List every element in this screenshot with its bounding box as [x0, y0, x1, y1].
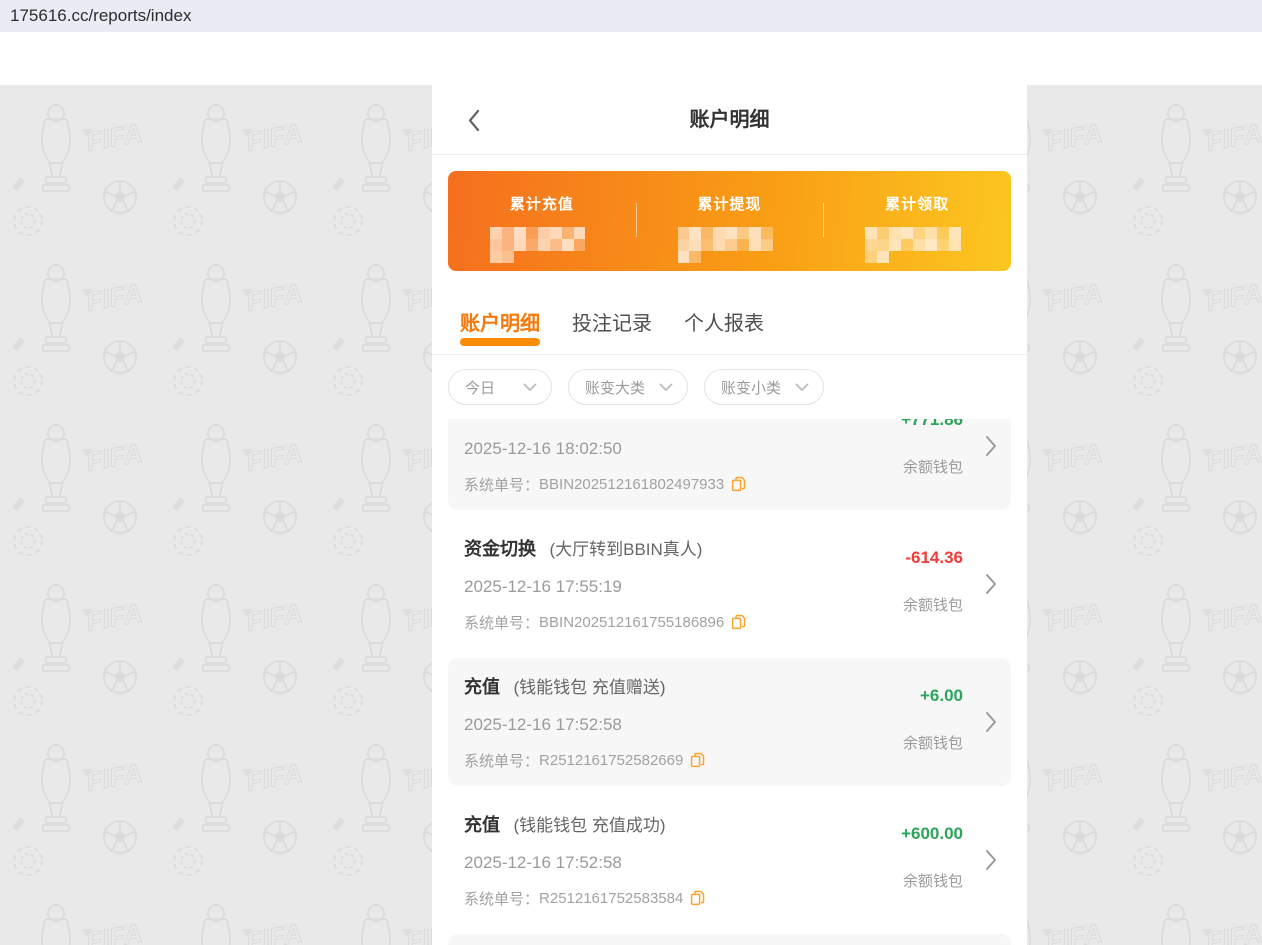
transaction-order-line: 系统单号： BBIN202512161802497933 — [464, 474, 995, 494]
filter-bar: 今日 账变大类 账变小类 — [432, 355, 1027, 419]
chevron-right-icon[interactable] — [985, 435, 997, 457]
transaction-order-line: 系统单号： R2512161752583584 — [464, 888, 995, 908]
account-panel: 账户明细 累计充值 累计提现 累计领取 账户明细 投注记录 个人报表 今日 账变… — [432, 85, 1027, 945]
order-label: 系统单号： — [464, 750, 539, 771]
page-viewport: FIFA 账户明细 — [0, 85, 1262, 945]
order-number: R2512161752583584 — [539, 890, 683, 907]
transaction-order-line: 系统单号： BBIN202512161755186896 — [464, 612, 995, 632]
summary-card: 累计充值 累计提现 累计领取 — [448, 171, 1011, 271]
transaction-subtitle: (大厅转到BBIN真人) — [549, 540, 702, 559]
tab-item[interactable]: 账户明细 — [460, 301, 540, 354]
partial-next-transaction-card[interactable] — [448, 934, 1011, 945]
summary-label: 累计充值 — [448, 193, 636, 214]
filter-label: 账变小类 — [721, 377, 781, 398]
transaction-wallet: 余额钱包 — [901, 870, 963, 891]
tab-label: 个人报表 — [684, 313, 764, 335]
transaction-amount: +600.00 — [901, 824, 963, 844]
tab-bar: 账户明细 投注记录 个人报表 — [432, 287, 1027, 355]
transaction-amount: -614.36 — [903, 548, 963, 568]
copy-icon[interactable] — [731, 614, 746, 630]
chevron-down-icon — [795, 383, 809, 392]
filter-dropdown[interactable]: 今日 — [448, 369, 552, 405]
url-text: 175616.cc/reports/index — [10, 6, 191, 26]
summary-masked-value — [865, 227, 969, 251]
transaction-subtitle: (钱能钱包 充值赠送) — [513, 678, 665, 697]
filter-dropdown[interactable]: 账变大类 — [568, 369, 688, 405]
transaction-amount: +771.86 — [901, 419, 963, 430]
transaction-right-column: +600.00 余额钱包 — [901, 824, 963, 891]
transaction-card[interactable]: 充值 (钱能钱包 充值成功) 2025-12-16 17:52:58 系统单号：… — [448, 796, 1011, 924]
copy-icon[interactable] — [690, 890, 705, 906]
copy-icon[interactable] — [731, 476, 746, 492]
order-label: 系统单号： — [464, 612, 539, 633]
transaction-type: 充值 — [464, 677, 500, 697]
transaction-type: 充值 — [464, 815, 500, 835]
order-number: BBIN202512161802497933 — [539, 476, 724, 493]
summary-masked-value — [678, 227, 782, 251]
chevron-right-icon[interactable] — [985, 711, 997, 733]
tab-item[interactable]: 投注记录 — [572, 301, 652, 354]
transaction-wallet: 余额钱包 — [903, 594, 963, 615]
filter-label: 今日 — [465, 377, 495, 398]
order-label: 系统单号： — [464, 888, 539, 909]
browser-address-bar[interactable]: 175616.cc/reports/index — [0, 0, 1262, 32]
transaction-right-column: +6.00 余额钱包 — [903, 686, 963, 753]
copy-icon[interactable] — [690, 752, 705, 768]
summary-label: 累计领取 — [823, 193, 1011, 214]
chevron-down-icon — [659, 383, 673, 392]
summary-item: 累计领取 — [823, 191, 1011, 251]
order-label: 系统单号： — [464, 474, 539, 495]
filter-label: 账变大类 — [585, 377, 645, 398]
tab-label: 账户明细 — [460, 313, 540, 335]
tab-item[interactable]: 个人报表 — [684, 301, 764, 354]
transaction-order-line: 系统单号： R2512161752582669 — [464, 750, 995, 770]
transaction-card[interactable]: 资金切换 (大厅转到BBIN真人) 2025-12-16 17:55:19 系统… — [448, 520, 1011, 648]
order-number: R2512161752582669 — [539, 752, 683, 769]
page-title: 账户明细 — [432, 85, 1027, 155]
summary-item: 累计充值 — [448, 191, 636, 251]
order-number: BBIN202512161755186896 — [539, 614, 724, 631]
panel-header: 账户明细 — [432, 85, 1027, 155]
transaction-card[interactable]: 2025-12-16 18:02:50 系统单号： BBIN2025121618… — [448, 419, 1011, 510]
transaction-right-column: -614.36 余额钱包 — [903, 548, 963, 615]
summary-item: 累计提现 — [636, 191, 824, 251]
transaction-wallet: 余额钱包 — [903, 732, 963, 753]
transaction-list: 2025-12-16 18:02:50 系统单号： BBIN2025121618… — [432, 419, 1027, 945]
transaction-right-column: +771.86 余额钱包 — [901, 419, 963, 477]
filter-dropdown[interactable]: 账变小类 — [704, 369, 824, 405]
tab-label: 投注记录 — [572, 313, 652, 335]
summary-label: 累计提现 — [636, 193, 824, 214]
chevron-right-icon[interactable] — [985, 573, 997, 595]
summary-masked-value — [490, 227, 594, 251]
transaction-card[interactable]: 充值 (钱能钱包 充值赠送) 2025-12-16 17:52:58 系统单号：… — [448, 658, 1011, 786]
chevron-right-icon[interactable] — [985, 849, 997, 871]
browser-chrome-strip — [0, 32, 1262, 85]
transaction-wallet: 余额钱包 — [901, 456, 963, 477]
transaction-type: 资金切换 — [464, 539, 536, 559]
transaction-subtitle: (钱能钱包 充值成功) — [513, 816, 665, 835]
chevron-down-icon — [523, 383, 537, 392]
transaction-amount: +6.00 — [903, 686, 963, 706]
